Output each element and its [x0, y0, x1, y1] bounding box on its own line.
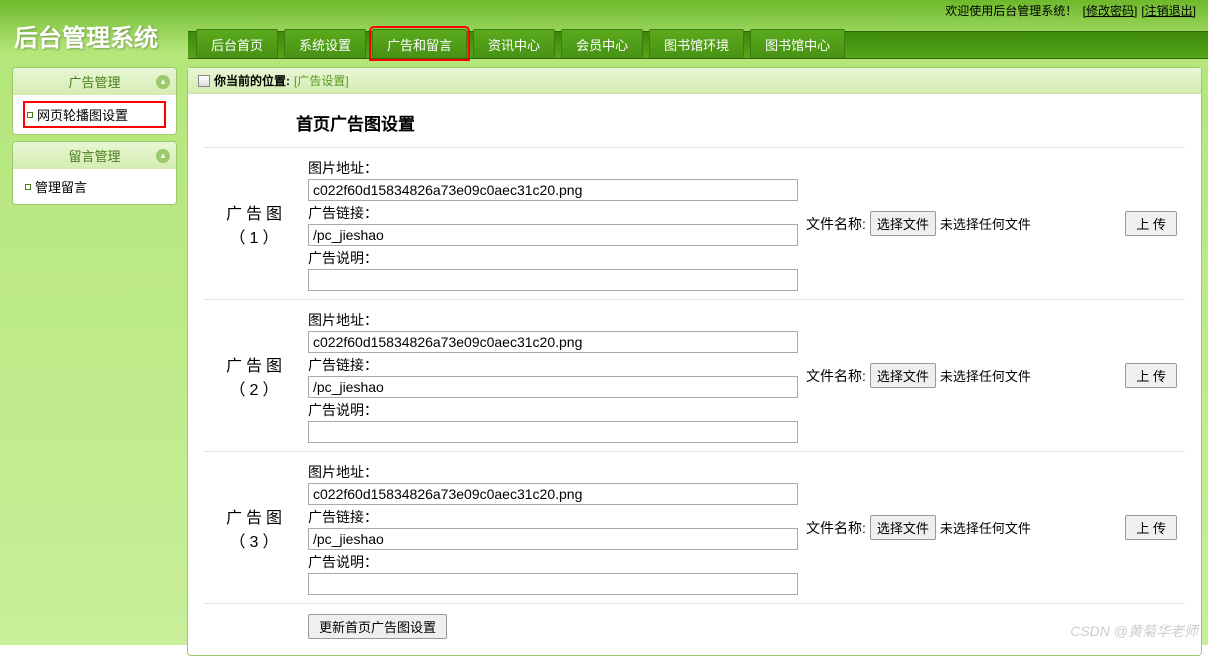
breadcrumb-location: [广告设置]	[294, 72, 349, 89]
change-password-link[interactable]: [修改密码]	[1083, 2, 1138, 19]
input-ad_link-2[interactable]	[308, 376, 798, 398]
collapse-icon[interactable]: ▴	[156, 149, 170, 163]
file-label: 文件名称:	[806, 214, 866, 234]
breadcrumb-prefix: 你当前的位置:	[214, 72, 290, 89]
content-panel: 你当前的位置: [广告设置] 首页广告图设置 广告图（1）图片地址：广告链接：广…	[187, 67, 1202, 656]
sidebar: 广告管理 ▴ 网页轮播图设置留言管理 ▴ 管理留言	[12, 67, 177, 656]
topbar: 欢迎使用后台管理系统！ [修改密码] [注销退出]	[0, 0, 1208, 19]
nav-item-1[interactable]: 系统设置	[284, 29, 366, 58]
no-file-text: 未选择任何文件	[940, 518, 1031, 537]
submit-button[interactable]: 更新首页广告图设置	[308, 614, 447, 639]
input-ad_desc-1[interactable]	[308, 269, 798, 291]
sidebar-title: 留言管理	[68, 146, 120, 165]
bullet-icon	[27, 112, 33, 118]
field-label-ad_desc: 广告说明：	[308, 552, 798, 572]
sidebar-head-0: 广告管理 ▴	[13, 68, 176, 95]
choose-file-button-1[interactable]: 选择文件	[870, 211, 936, 236]
nav-item-4[interactable]: 会员中心	[561, 29, 643, 58]
field-label-ad_desc: 广告说明：	[308, 248, 798, 268]
nav-item-5[interactable]: 图书馆环境	[649, 29, 744, 58]
sidebar-item-0-0[interactable]: 网页轮播图设置	[23, 101, 166, 128]
input-ad_desc-3[interactable]	[308, 573, 798, 595]
ad-row-label: 广告图（3）	[204, 504, 308, 552]
breadcrumb: 你当前的位置: [广告设置]	[188, 68, 1201, 94]
nav-item-2[interactable]: 广告和留言	[372, 29, 467, 58]
welcome-text: 欢迎使用后台管理系统！	[945, 2, 1077, 19]
ad-row-3: 广告图（3） 图片地址： 广告链接： 广告说明： 文件名称:选择文件未选择任何文件 上 传	[204, 451, 1185, 603]
breadcrumb-icon	[198, 75, 210, 87]
ad-row-1: 广告图（1） 图片地址： 广告链接： 广告说明： 文件名称:选择文件未选择任何文件 上 传	[204, 147, 1185, 299]
field-label-ad_link: 广告链接：	[308, 507, 798, 527]
file-label: 文件名称:	[806, 366, 866, 386]
bullet-icon	[25, 184, 31, 190]
field-label-ad_desc: 广告说明：	[308, 400, 798, 420]
input-ad_link-3[interactable]	[308, 528, 798, 550]
input-ad_link-1[interactable]	[308, 224, 798, 246]
main-nav: 后台首页系统设置广告和留言资讯中心会员中心图书馆环境图书馆中心	[188, 31, 1208, 59]
input-img_addr-2[interactable]	[308, 331, 798, 353]
logout-link[interactable]: [注销退出]	[1141, 2, 1196, 19]
sidebar-head-1: 留言管理 ▴	[13, 142, 176, 169]
upload-button-3[interactable]: 上 传	[1125, 515, 1177, 540]
sidebar-title: 广告管理	[68, 72, 120, 91]
field-label-ad_link: 广告链接：	[308, 355, 798, 375]
ad-row-label: 广告图（1）	[204, 200, 308, 248]
no-file-text: 未选择任何文件	[940, 214, 1031, 233]
input-img_addr-3[interactable]	[308, 483, 798, 505]
upload-button-1[interactable]: 上 传	[1125, 211, 1177, 236]
nav-item-3[interactable]: 资讯中心	[473, 29, 555, 58]
collapse-icon[interactable]: ▴	[156, 75, 170, 89]
field-label-img_addr: 图片地址：	[308, 158, 798, 178]
upload-button-2[interactable]: 上 传	[1125, 363, 1177, 388]
watermark: CSDN @黄菊华老师	[1070, 621, 1198, 641]
field-label-ad_link: 广告链接：	[308, 203, 798, 223]
file-label: 文件名称:	[806, 518, 866, 538]
ad-row-label: 广告图（2）	[204, 352, 308, 400]
sidebar-item-label: 管理留言	[35, 177, 87, 196]
choose-file-button-3[interactable]: 选择文件	[870, 515, 936, 540]
field-label-img_addr: 图片地址：	[308, 462, 798, 482]
sidebar-item-label: 网页轮播图设置	[37, 105, 128, 124]
input-img_addr-1[interactable]	[308, 179, 798, 201]
no-file-text: 未选择任何文件	[940, 366, 1031, 385]
ad-row-2: 广告图（2） 图片地址： 广告链接： 广告说明： 文件名称:选择文件未选择任何文件 上 传	[204, 299, 1185, 451]
sidebar-item-1-0[interactable]: 管理留言	[23, 175, 166, 198]
field-label-img_addr: 图片地址：	[308, 310, 798, 330]
choose-file-button-2[interactable]: 选择文件	[870, 363, 936, 388]
input-ad_desc-2[interactable]	[308, 421, 798, 443]
page-title: 首页广告图设置	[204, 106, 1185, 147]
app-logo: 后台管理系统	[14, 18, 158, 59]
nav-item-6[interactable]: 图书馆中心	[750, 29, 845, 58]
nav-item-0[interactable]: 后台首页	[196, 29, 278, 58]
